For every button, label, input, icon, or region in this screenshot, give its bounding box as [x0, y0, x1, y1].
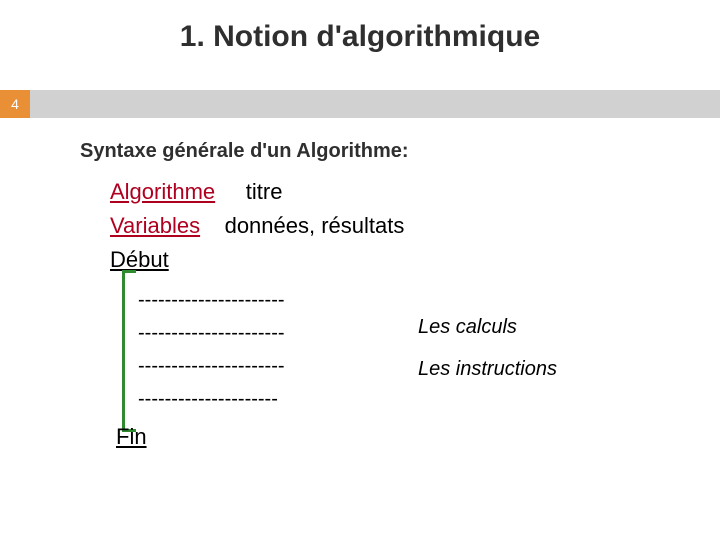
- pagenum-bar: 4: [0, 90, 720, 118]
- algorithm-body: Algorithme titre Variables données, résu…: [110, 175, 680, 277]
- note-instructions: Les instructions: [418, 358, 557, 381]
- dash-line: ----------------------: [138, 284, 285, 317]
- dash-line: ----------------------: [138, 350, 285, 383]
- dash-line: ---------------------: [138, 383, 285, 416]
- algo-vars-text: données, résultats: [225, 213, 405, 238]
- subtitle: Syntaxe générale d'un Algorithme:: [80, 140, 409, 163]
- green-bracket: [122, 270, 136, 432]
- kw-algorithme: Algorithme: [110, 175, 215, 209]
- note-calculs: Les calculs: [418, 316, 517, 339]
- kw-fin: Fin: [116, 424, 147, 450]
- page-number-box: 4: [0, 90, 30, 118]
- kw-debut: Début: [110, 243, 169, 277]
- dashes-block: ---------------------- -----------------…: [138, 284, 285, 416]
- pagenum-bar-rest: [30, 90, 720, 118]
- algo-title-word: titre: [246, 179, 283, 204]
- kw-variables: Variables: [110, 209, 200, 243]
- dash-line: ----------------------: [138, 317, 285, 350]
- slide-title: 1. Notion d'algorithmique: [0, 20, 720, 54]
